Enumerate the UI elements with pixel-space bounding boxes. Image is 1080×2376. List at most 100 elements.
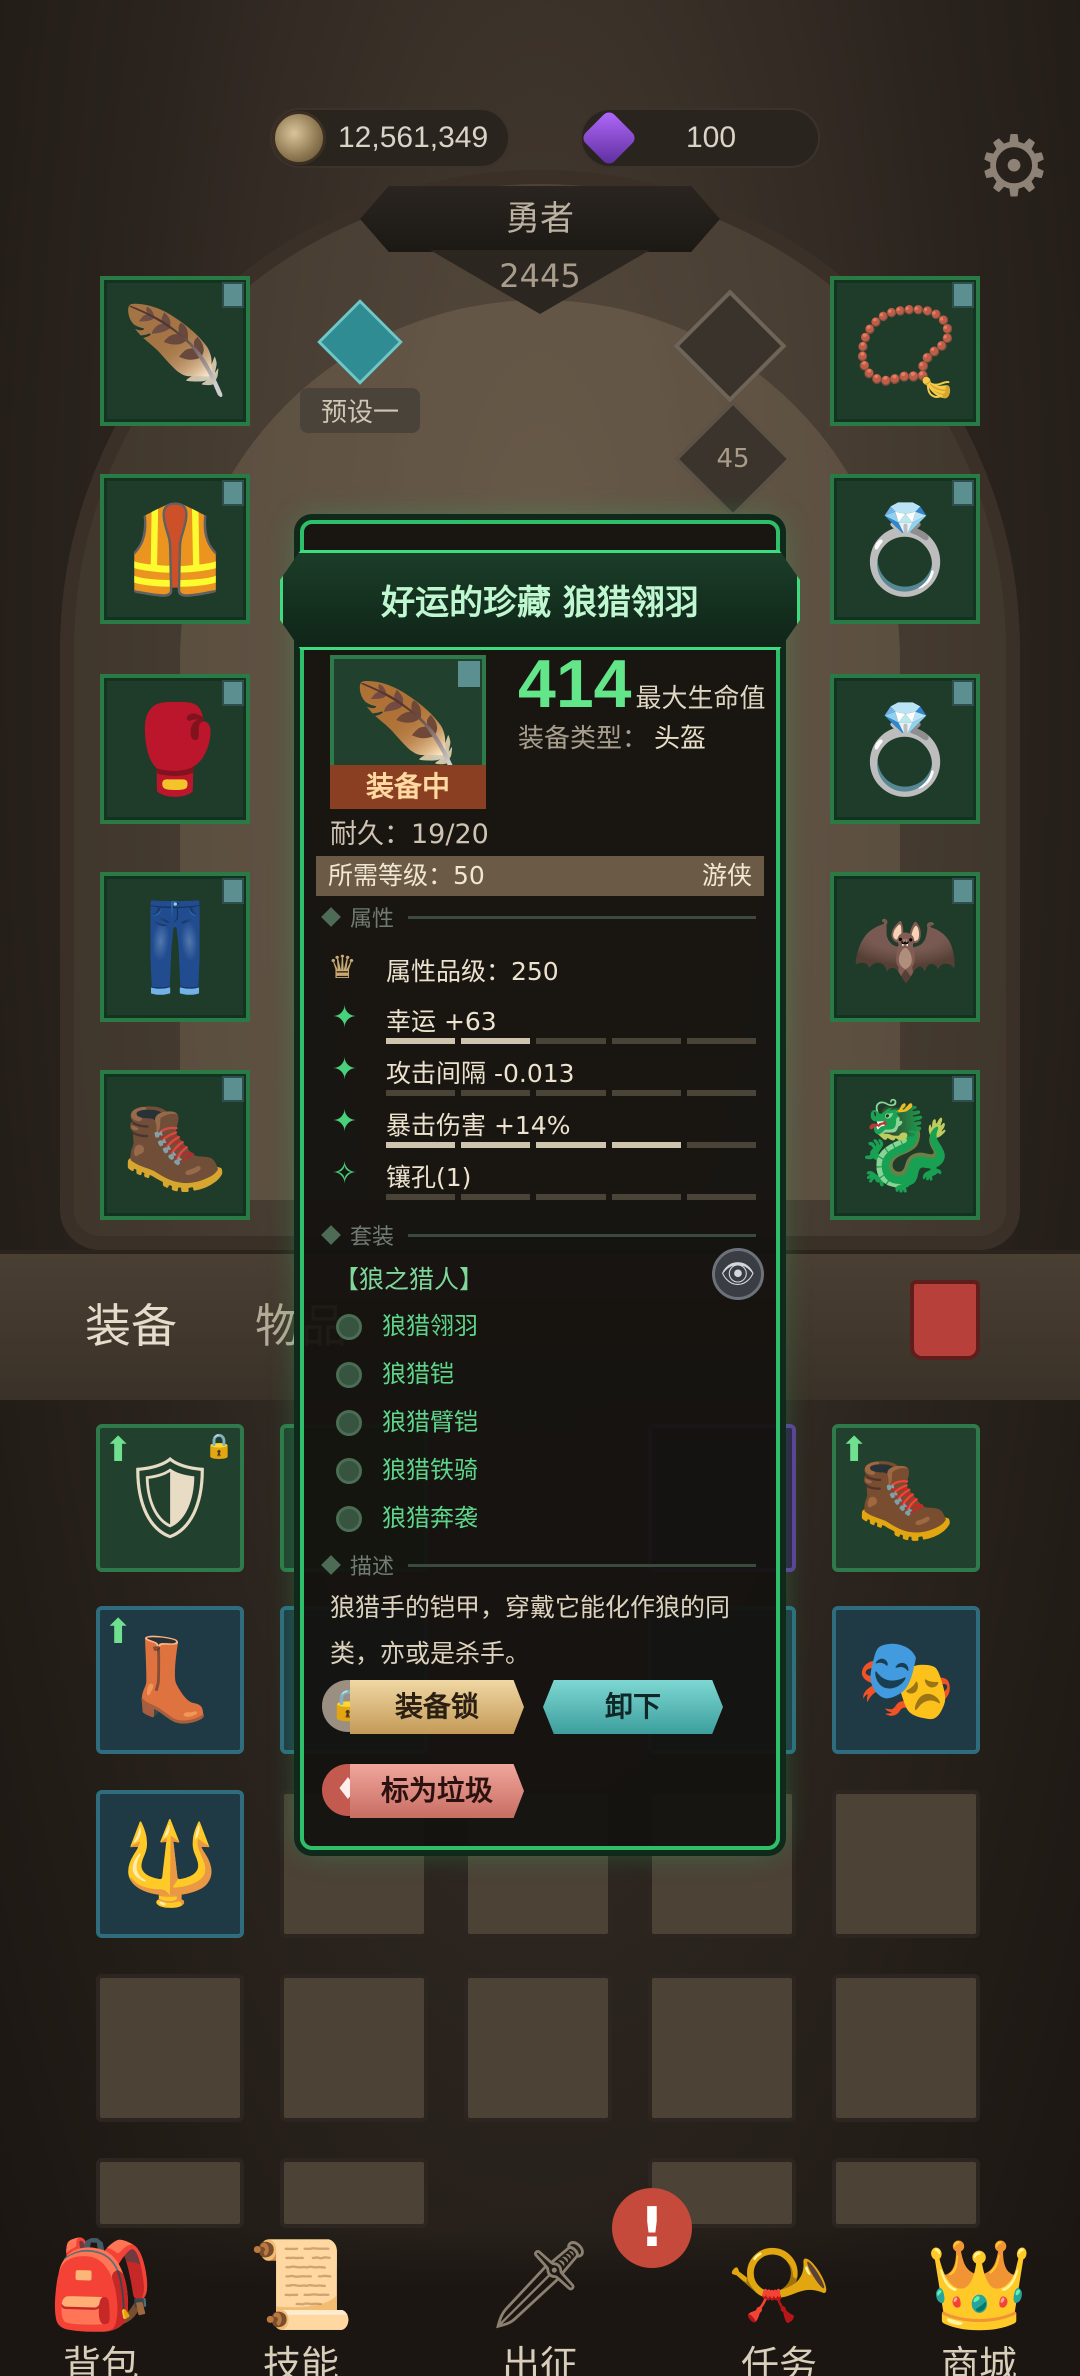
required-level: 所需等级：50 xyxy=(328,861,485,890)
mask-icon: 🎭 xyxy=(856,1633,956,1726)
main-stat-label: 最大生命值 xyxy=(635,684,766,714)
equip-lock-button[interactable]: 装备锁 xyxy=(350,1680,524,1734)
section-attributes: 属性 xyxy=(321,902,756,932)
slot-helmet[interactable]: 🪶 xyxy=(100,276,250,426)
equipped-badge: 装备中 xyxy=(330,765,486,809)
section-label: 描述 xyxy=(350,1555,395,1580)
attribute-quality: ♛ 属性品级：250 xyxy=(328,948,559,986)
ring-blue-icon: 💍 xyxy=(851,699,959,800)
inventory-slot[interactable]: ⬆ 👢 xyxy=(96,1606,244,1754)
inventory-slot-empty[interactable] xyxy=(648,1974,796,2122)
nav-shop[interactable]: 👑 商城 xyxy=(904,2230,1054,2376)
socket-tag-icon xyxy=(222,1076,244,1102)
upgrade-arrow-icon: ⬆ xyxy=(104,1430,133,1470)
set-item-label: 狼猎臂铠 xyxy=(382,1408,478,1436)
settings-gear-icon[interactable]: ⚙ xyxy=(972,124,1056,208)
stat-row: ✦ 攻击间隔 -0.013 xyxy=(328,1048,758,1098)
backpack-icon: 🎒 xyxy=(47,2235,155,2335)
inventory-slot[interactable]: ⬆ 🔒 🛡 xyxy=(96,1424,244,1572)
inventory-slot-empty[interactable] xyxy=(280,2158,428,2228)
item-description: 狼猎手的铠甲，穿戴它能化作狼的同类，亦或是杀手。 xyxy=(330,1593,731,1668)
set-item-label: 狼猎奔袭 xyxy=(382,1504,478,1532)
inventory-slot[interactable]: 🎭 xyxy=(832,1606,980,1754)
gem-value: 100 xyxy=(686,121,737,154)
nav-label: 背包 xyxy=(62,2343,139,2376)
set-item-label: 狼猎翎羽 xyxy=(382,1312,478,1340)
gold-value: 12,561,349 xyxy=(338,121,489,154)
gold-counter: 12,561,349 xyxy=(270,108,510,168)
inventory-slot-empty[interactable] xyxy=(96,2158,244,2228)
durability: 耐久：19/20 xyxy=(330,819,489,850)
socket-tag-icon xyxy=(458,661,480,687)
main-stat: 414 最大生命值 xyxy=(518,645,765,723)
set-dot-icon xyxy=(336,1410,362,1436)
scroll-icon: 📜 xyxy=(247,2235,355,2335)
socket-tag-icon xyxy=(952,878,974,904)
gauntlet-icon: 🥊 xyxy=(121,699,229,800)
stat-star-icon: ✦ xyxy=(332,1052,358,1087)
belt-icon: 🛡 xyxy=(119,1451,221,1544)
tab-equipment[interactable]: 装备 xyxy=(85,1290,177,1356)
inventory-slot[interactable]: ⬆ 🥾 xyxy=(832,1424,980,1572)
slot-armor[interactable]: 🦺 xyxy=(100,474,250,624)
slot-boots[interactable]: 🥾 xyxy=(100,1070,250,1220)
stat-row: ✧ 镶孔(1) xyxy=(328,1152,758,1202)
alert-badge-icon: ! xyxy=(612,2188,692,2268)
inventory-slot-empty[interactable] xyxy=(832,1974,980,2122)
leather-boots-icon: 👢 xyxy=(120,1633,220,1726)
socket-tag-icon xyxy=(952,680,974,706)
section-description: 描述 xyxy=(321,1550,756,1580)
equip-type: 装备类型： 头盔 xyxy=(518,718,706,755)
diamond-icon xyxy=(321,1225,341,1245)
slot-ring-2[interactable]: 💍 xyxy=(830,674,980,824)
set-dot-icon xyxy=(336,1362,362,1388)
stat-bar xyxy=(386,1038,757,1044)
socket-tag-icon xyxy=(952,1076,974,1102)
slot-ring-1[interactable]: 💍 xyxy=(830,474,980,624)
stat-star-icon: ✦ xyxy=(332,1000,358,1035)
inventory-slot-empty[interactable] xyxy=(832,1790,980,1938)
eye-icon[interactable]: 👁 xyxy=(712,1248,764,1300)
socket-tag-icon xyxy=(222,680,244,706)
stat-text: 幸运 +63 xyxy=(386,1007,497,1036)
slot-cape[interactable]: 🦇 xyxy=(830,872,980,1022)
boots-icon: 🥾 xyxy=(856,1451,956,1544)
upgrade-arrow-icon: ⬆ xyxy=(104,1612,133,1652)
trident-icon: 🔱 xyxy=(120,1817,220,1910)
inventory-slot-empty[interactable] xyxy=(280,1974,428,2122)
sword-icon: 🗡 xyxy=(485,2235,595,2335)
stat-text: 攻击间隔 -0.013 xyxy=(386,1059,575,1088)
quality-text: 属性品级：250 xyxy=(386,957,559,986)
slot-trinket[interactable]: 🐉 xyxy=(830,1070,980,1220)
inventory-slot-empty[interactable] xyxy=(96,1974,244,2122)
shoulder-armor-icon: 🦺 xyxy=(121,499,229,600)
slot-pants[interactable]: 👖 xyxy=(100,872,250,1022)
stat-bar xyxy=(386,1142,757,1148)
slot-gloves[interactable]: 🥊 xyxy=(100,674,250,824)
nav-quests[interactable]: 📯 任务 xyxy=(704,2230,854,2376)
trash-bin-icon[interactable] xyxy=(910,1280,980,1360)
necklace-icon: 📿 xyxy=(851,301,959,402)
set-item: 狼猎臂铠 xyxy=(336,1402,478,1437)
nav-expedition[interactable]: 🗡 出征 xyxy=(465,2230,615,2376)
unequip-button[interactable]: 卸下 xyxy=(543,1680,723,1734)
mark-junk-button[interactable]: 标为垃圾 xyxy=(350,1764,524,1818)
inventory-slot-empty[interactable] xyxy=(832,2158,980,2228)
gold-coin-icon xyxy=(272,111,326,165)
nav-skills[interactable]: 📜 技能 xyxy=(226,2230,376,2376)
preset-selector[interactable]: 预设一 xyxy=(300,299,420,433)
stat-bar xyxy=(386,1194,757,1200)
hero-level: 45 xyxy=(716,444,750,474)
inventory-slot[interactable]: 🔱 xyxy=(96,1790,244,1938)
inventory-slot-empty[interactable] xyxy=(464,1974,612,2122)
slot-necklace[interactable]: 📿 xyxy=(830,276,980,426)
set-item: 狼猎铠 xyxy=(336,1354,454,1389)
diamond-icon xyxy=(321,1555,341,1575)
set-item: 狼猎翎羽 xyxy=(336,1306,478,1341)
set-name: 【狼之猎人】 xyxy=(334,1265,485,1294)
upgrade-arrow-icon: ⬆ xyxy=(840,1430,869,1470)
nav-label: 任务 xyxy=(740,2343,817,2376)
wing-icon: 🦇 xyxy=(851,897,959,998)
ring-icon: 💍 xyxy=(851,499,959,600)
nav-backpack[interactable]: 🎒 背包 xyxy=(26,2230,176,2376)
